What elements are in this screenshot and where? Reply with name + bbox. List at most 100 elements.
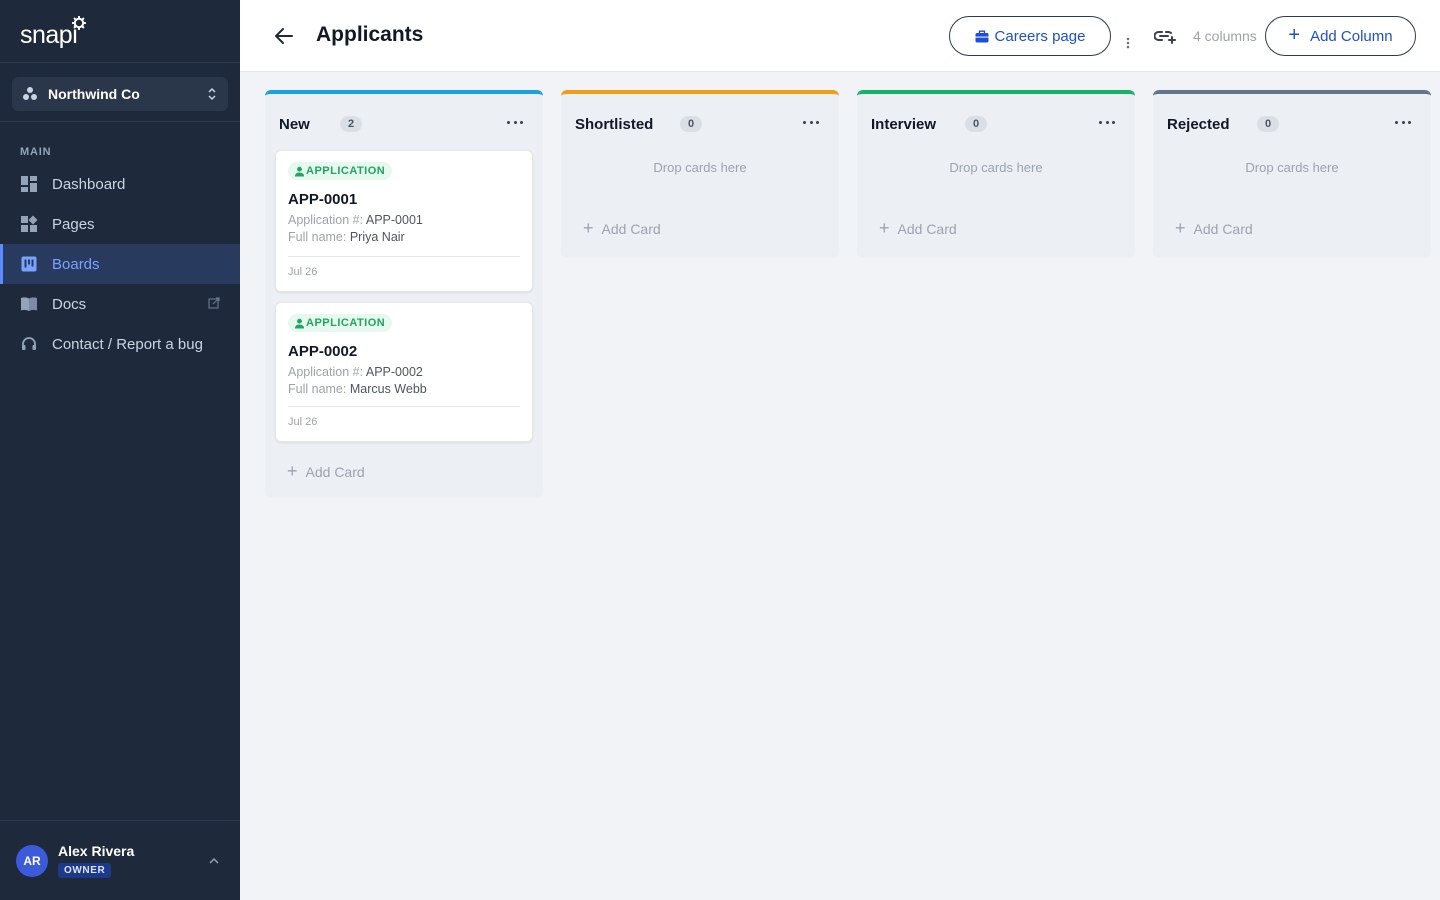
- plus-icon: +: [1288, 23, 1301, 46]
- page-title: Applicants: [316, 23, 424, 46]
- card-divider: [288, 406, 520, 407]
- workspace-switcher[interactable]: Northwind Co: [12, 77, 228, 111]
- role-badge: OWNER: [58, 863, 112, 878]
- board-column-rejected: Rejected 0 Drop cards here + Add Card: [1153, 90, 1431, 258]
- sidebar-item-boards[interactable]: Boards: [0, 244, 240, 284]
- sidebar-divider: [0, 62, 240, 63]
- more-vertical-icon[interactable]: [1124, 36, 1132, 50]
- workspace-icon: [23, 87, 37, 100]
- field-value: Priya Nair: [349, 229, 405, 244]
- card-field: Application #: APP-0001: [288, 213, 520, 227]
- sidebar-item-label: Pages: [52, 215, 95, 233]
- column-menu-icon[interactable]: [1099, 116, 1115, 128]
- column-header: Shortlisted 0: [561, 94, 839, 150]
- add-card-button[interactable]: + Add Card: [561, 217, 839, 239]
- board-card[interactable]: APPLICATION APP-0001 Application #: APP-…: [275, 150, 533, 292]
- logo-text: snapi: [20, 21, 78, 49]
- column-count-badge: 2: [340, 116, 362, 132]
- field-value: Marcus Webb: [349, 381, 427, 396]
- avatar: AR: [16, 844, 48, 877]
- add-card-label: Add Card: [601, 221, 661, 237]
- plus-icon: +: [287, 460, 298, 481]
- add-card-button[interactable]: + Add Card: [1153, 217, 1431, 239]
- field-label: Full name:: [288, 381, 347, 396]
- gear-icon: [72, 16, 86, 30]
- external-link-icon: [208, 297, 220, 309]
- board-card[interactable]: APPLICATION APP-0002 Application #: APP-…: [275, 302, 533, 442]
- plus-icon: +: [1175, 217, 1186, 238]
- add-column-label: Add Column: [1310, 27, 1393, 45]
- card-divider: [288, 256, 520, 257]
- columns-count: 4 columns: [1193, 28, 1257, 44]
- card-tag-label: APPLICATION: [306, 165, 386, 177]
- chevron-up-icon: [209, 857, 219, 864]
- add-card-button[interactable]: + Add Card: [857, 217, 1135, 239]
- sidebar-item-label: Boards: [52, 255, 100, 273]
- dashboard-icon: [20, 175, 38, 193]
- plus-icon: +: [583, 217, 594, 238]
- column-title: New: [279, 116, 310, 133]
- add-card-button[interactable]: + Add Card: [265, 460, 543, 482]
- board-column-interview: Interview 0 Drop cards here + Add Card: [857, 90, 1135, 258]
- column-count-badge: 0: [680, 116, 702, 132]
- column-menu-icon[interactable]: [803, 116, 819, 128]
- field-value: APP-0001: [365, 212, 423, 227]
- column-menu-icon[interactable]: [1395, 116, 1411, 128]
- sidebar-item-docs[interactable]: Docs: [0, 284, 240, 324]
- sidebar-item-pages[interactable]: Pages: [0, 204, 240, 244]
- card-tag-label: APPLICATION: [306, 317, 386, 329]
- sidebar-item-contact[interactable]: Contact / Report a bug: [0, 324, 240, 364]
- field-label: Full name:: [288, 229, 347, 244]
- card-tag: APPLICATION: [288, 314, 393, 332]
- card-field: Full name: Priya Nair: [288, 230, 520, 244]
- sidebar-divider: [0, 121, 240, 122]
- sidebar-item-dashboard[interactable]: Dashboard: [0, 164, 240, 204]
- sidebar-item-label: Contact / Report a bug: [52, 335, 203, 353]
- sidebar-nav: Dashboard Pages Boards Docs Contact / Re…: [0, 164, 240, 364]
- column-count-badge: 0: [965, 116, 987, 132]
- docs-icon: [20, 295, 38, 313]
- user-profile[interactable]: AR Alex Rivera OWNER: [0, 820, 240, 900]
- add-column-button[interactable]: + Add Column: [1265, 16, 1416, 56]
- column-header: New 2: [265, 94, 543, 150]
- plus-icon: +: [879, 217, 890, 238]
- card-date: Jul 26: [288, 266, 318, 278]
- workspace-name: Northwind Co: [48, 86, 140, 102]
- nav-section-label: MAIN: [20, 146, 52, 158]
- drop-zone-hint: Drop cards here: [653, 160, 747, 175]
- user-info: Alex Rivera OWNER: [58, 843, 134, 878]
- field-label: Application #:: [288, 364, 364, 379]
- field-value: APP-0002: [365, 364, 423, 379]
- user-name: Alex Rivera: [58, 843, 135, 859]
- field-label: Application #:: [288, 212, 364, 227]
- sidebar-item-label: Dashboard: [52, 175, 126, 193]
- column-count-badge: 0: [1257, 116, 1279, 132]
- pages-icon: [20, 215, 38, 233]
- sidebar-item-label: Docs: [52, 295, 87, 313]
- card-field: Application #: APP-0002: [288, 365, 520, 379]
- card-title: APP-0002: [288, 342, 358, 360]
- app-logo[interactable]: snapi: [20, 16, 86, 50]
- careers-page-button[interactable]: Careers page: [949, 16, 1111, 56]
- column-title: Rejected: [1167, 116, 1230, 133]
- briefcase-icon: [975, 30, 989, 42]
- drop-zone-hint: Drop cards here: [1245, 160, 1339, 175]
- column-menu-icon[interactable]: [507, 116, 523, 128]
- boards-icon: [20, 255, 38, 273]
- column-header: Rejected 0: [1153, 94, 1431, 150]
- add-card-label: Add Card: [897, 221, 957, 237]
- card-field: Full name: Marcus Webb: [288, 382, 520, 396]
- sidebar: snapi Northwind Co MAIN Dashboard Pages …: [0, 0, 240, 900]
- user-icon: [295, 318, 304, 328]
- link-add-icon[interactable]: [1154, 28, 1176, 44]
- add-card-label: Add Card: [305, 464, 365, 480]
- column-header: Interview 0: [857, 94, 1135, 150]
- column-title: Interview: [871, 116, 937, 133]
- chevron-updown-icon: [208, 87, 216, 101]
- back-arrow-icon[interactable]: [273, 25, 295, 47]
- add-card-label: Add Card: [1193, 221, 1253, 237]
- card-tag: APPLICATION: [288, 162, 393, 180]
- board-column-shortlisted: Shortlisted 0 Drop cards here + Add Card: [561, 90, 839, 258]
- card-title: APP-0001: [288, 190, 358, 208]
- page-header: Applicants Careers page 4 columns + Add …: [240, 0, 1440, 72]
